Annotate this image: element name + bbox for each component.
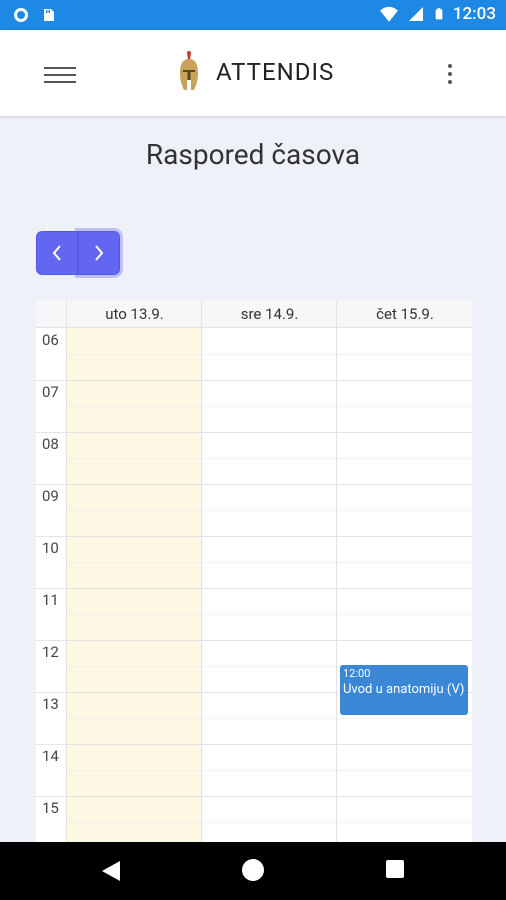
calendar: uto 13.9. sre 14.9. čet 15.9. 06 07 08 0… [36,301,472,842]
calendar-event[interactable]: 12:00 Uvod u anatomiju (V) [340,665,468,715]
prev-button[interactable] [36,231,78,275]
home-icon[interactable] [242,859,264,881]
status-bar: 12:03 [0,0,506,30]
sync-icon [14,8,28,22]
signal-icon [408,7,423,21]
hour-row[interactable]: 11 [36,588,472,641]
week-navigation [36,231,120,275]
helmet-logo [180,51,198,90]
app-bar: ATTENDIS [0,30,506,116]
back-icon[interactable] [100,859,122,883]
status-right: 12:03 [379,4,496,24]
status-left [12,6,58,24]
battery-icon [435,8,443,20]
hour-row[interactable]: 15 [36,796,472,842]
column-divider [66,328,67,842]
app-title: ATTENDIS [216,58,335,86]
hour-row[interactable]: 14 [36,744,472,797]
calendar-grid: 06 07 08 09 10 11 12 13 14 15 12:00 Uvod… [36,328,472,842]
recents-icon[interactable] [386,860,404,878]
wifi-icon [379,6,398,22]
calendar-header: uto 13.9. sre 14.9. čet 15.9. [36,301,472,328]
brand: ATTENDIS [174,48,334,96]
page-title: Raspored časova [145,138,361,171]
hour-row[interactable]: 09 [36,484,472,537]
hour-row[interactable]: 10 [36,536,472,589]
column-divider [336,328,337,842]
system-nav-bar [0,842,506,900]
menu-icon [44,67,76,83]
event-time: 12:00 [343,667,371,680]
hour-row[interactable]: 08 [36,432,472,485]
more-options-button[interactable] [446,60,454,90]
sd-card-icon [44,9,54,21]
chevron-left-icon [52,245,61,261]
next-button[interactable] [78,231,120,275]
event-title: Uvod u anatomiju (V) [343,682,465,697]
day-header[interactable]: čet 15.9. [336,301,472,327]
hour-row[interactable]: 06 [36,328,472,381]
day-header[interactable]: sre 14.9. [201,301,337,327]
chevron-right-icon [95,245,104,261]
menu-button[interactable] [44,62,76,86]
column-divider [201,328,202,842]
hour-row[interactable]: 07 [36,380,472,433]
more-vert-icon [446,64,454,84]
status-time: 12:03 [452,4,496,24]
day-header[interactable]: uto 13.9. [66,301,202,327]
